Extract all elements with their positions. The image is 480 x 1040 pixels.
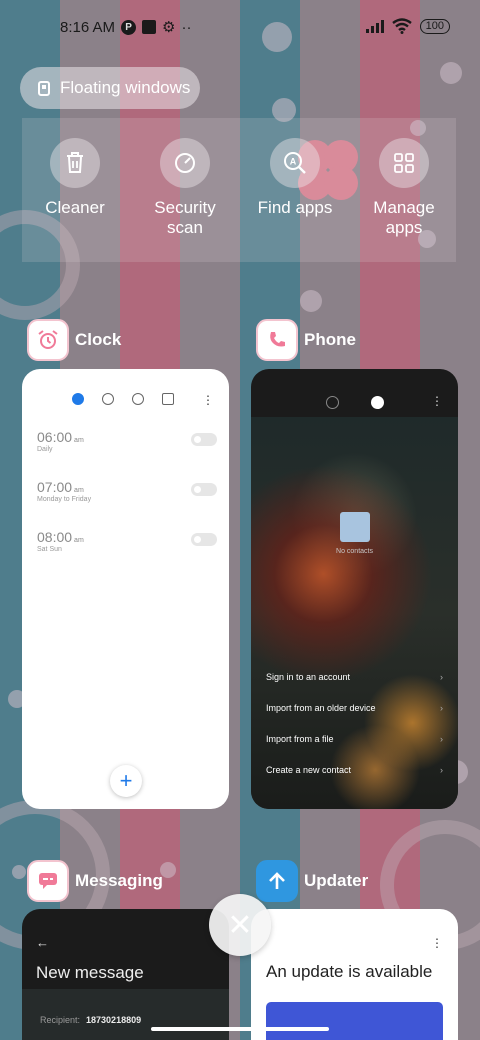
find-apps-icon: A <box>284 152 306 174</box>
clock-app-header[interactable]: Clock <box>27 319 121 361</box>
recipient-field[interactable]: Recipient: 18730218809 <box>22 989 229 1040</box>
chevron-right-icon: › <box>440 703 443 713</box>
phone-app-header[interactable]: Phone <box>256 319 356 361</box>
close-icon: ✕ <box>227 908 253 942</box>
signal-icon <box>365 19 384 33</box>
alarm-time: 07:00 <box>37 479 73 495</box>
timer-tab-icon[interactable] <box>162 393 174 405</box>
arrow-up-icon <box>269 872 285 889</box>
alarm-time: 08:00 <box>37 529 73 545</box>
messaging-app-card[interactable]: ← New message Recipient: 18730218809 <box>22 909 229 1040</box>
settings-gear-icon: ⚙ <box>162 19 176 36</box>
message-bubble-icon <box>39 873 57 889</box>
phone-background <box>251 417 458 809</box>
clock-app-card[interactable]: ⋮ 06:00 am Daily 07:00 am Monday to Friday… <box>22 369 229 809</box>
no-contacts-label: No contacts <box>336 548 373 555</box>
stopwatch-tab-icon[interactable] <box>132 393 144 405</box>
floating-window-icon <box>38 80 50 96</box>
more-options-icon[interactable]: ⋮ <box>202 393 214 407</box>
notification-square-icon <box>142 20 157 34</box>
back-arrow-icon[interactable]: ← <box>36 935 49 950</box>
updater-app-header[interactable]: Updater <box>256 860 368 902</box>
alarm-ampm: am <box>74 437 84 444</box>
update-headline: An update is available <box>266 962 433 981</box>
alarm-tab-icon[interactable] <box>72 393 84 405</box>
chevron-right-icon: › <box>440 672 443 682</box>
phone-app-name: Phone <box>304 330 356 349</box>
phone-option-item[interactable]: Create a new contact › <box>266 765 443 775</box>
quick-actions-panel: Cleaner Security scan A Find apps Manage… <box>22 118 456 262</box>
recipient-value: 18730218809 <box>86 1015 142 1025</box>
more-options-icon[interactable]: ⋮ <box>431 394 443 408</box>
plus-icon: + <box>119 768 133 793</box>
clock-app-name: Clock <box>75 330 122 349</box>
wifi-icon <box>391 18 412 34</box>
status-time: 8:16 AM <box>60 18 116 36</box>
security-scan-button[interactable]: Security scan <box>135 138 235 238</box>
recipient-label: Recipient: <box>40 1015 81 1025</box>
phone-option-item[interactable]: Sign in to an account › <box>266 672 443 682</box>
alarm-days: Monday to Friday <box>37 496 92 503</box>
notification-p-icon: P <box>121 19 137 35</box>
phone-option-label: Import from a file <box>266 734 334 744</box>
svg-text:A: A <box>290 157 297 167</box>
chevron-right-icon: › <box>440 765 443 775</box>
trash-icon <box>67 152 83 173</box>
alarm-ampm: am <box>74 537 84 544</box>
phone-option-item[interactable]: Import from an older device › <box>266 703 443 713</box>
phone-app-card[interactable]: ⋮ No contacts Sign in to an account › Imp… <box>251 369 458 809</box>
recents-tab-icon[interactable] <box>326 396 339 409</box>
cleaner-label: Cleaner <box>45 198 105 217</box>
cleaner-button[interactable]: Cleaner <box>25 138 125 218</box>
messaging-app-header[interactable]: Messaging <box>27 860 163 902</box>
floating-windows-button[interactable]: Floating windows <box>20 67 200 109</box>
update-banner-image <box>266 1002 443 1040</box>
phone-option-item[interactable]: Import from a file › <box>266 734 443 744</box>
new-message-title: New message <box>36 963 144 982</box>
alarm-clock-icon <box>38 330 58 349</box>
alarm-toggle[interactable] <box>191 533 217 546</box>
clear-all-button[interactable]: ✕ <box>209 894 271 956</box>
phone-option-label: Import from an older device <box>266 703 376 713</box>
manage-apps-label: Manage apps <box>373 198 435 237</box>
messaging-app-icon <box>27 860 69 902</box>
alarm-item[interactable]: 08:00 am Sat Sun <box>37 529 217 553</box>
messaging-app-name: Messaging <box>75 871 163 890</box>
alarm-toggle[interactable] <box>191 433 217 446</box>
manage-apps-button[interactable]: Manage apps <box>354 138 454 238</box>
world-clock-tab-icon[interactable] <box>102 393 114 405</box>
find-apps-button[interactable]: A Find apps <box>245 138 345 218</box>
battery-indicator: 100 <box>419 18 450 34</box>
updater-app-name: Updater <box>304 871 369 890</box>
phone-option-label: Create a new contact <box>266 765 352 775</box>
alarm-days: Sat Sun <box>37 546 62 553</box>
phone-app-icon <box>256 319 298 361</box>
updater-app-card[interactable]: ⋮ An update is available <box>251 909 458 1040</box>
clock-app-icon <box>27 319 69 361</box>
status-bar: 8:16 AM P ⚙ ·· 100 <box>0 14 480 44</box>
contacts-placeholder-icon <box>340 512 370 542</box>
updater-app-icon <box>256 860 298 902</box>
alarm-item[interactable]: 06:00 am Daily <box>37 429 217 453</box>
floating-windows-label: Floating windows <box>60 78 191 97</box>
alarm-toggle[interactable] <box>191 483 217 496</box>
alarm-ampm: am <box>74 487 84 494</box>
more-options-icon[interactable]: ⋮ <box>431 936 443 950</box>
grid-icon <box>394 153 414 173</box>
phone-option-label: Sign in to an account <box>266 672 351 682</box>
add-alarm-button[interactable]: + <box>110 765 142 797</box>
gesture-nav-bar[interactable] <box>151 1027 329 1031</box>
security-scan-icon <box>175 153 195 173</box>
find-apps-label: Find apps <box>257 198 333 217</box>
alarm-time: 06:00 <box>37 429 73 445</box>
more-notifications-icon: ·· <box>181 18 192 36</box>
security-scan-label: Security scan <box>154 198 216 237</box>
alarm-days: Daily <box>37 446 53 453</box>
contacts-tab-icon[interactable] <box>371 396 384 409</box>
alarm-item[interactable]: 07:00 am Monday to Friday <box>37 479 217 503</box>
chevron-right-icon: › <box>440 734 443 744</box>
phone-handset-icon <box>270 332 285 347</box>
